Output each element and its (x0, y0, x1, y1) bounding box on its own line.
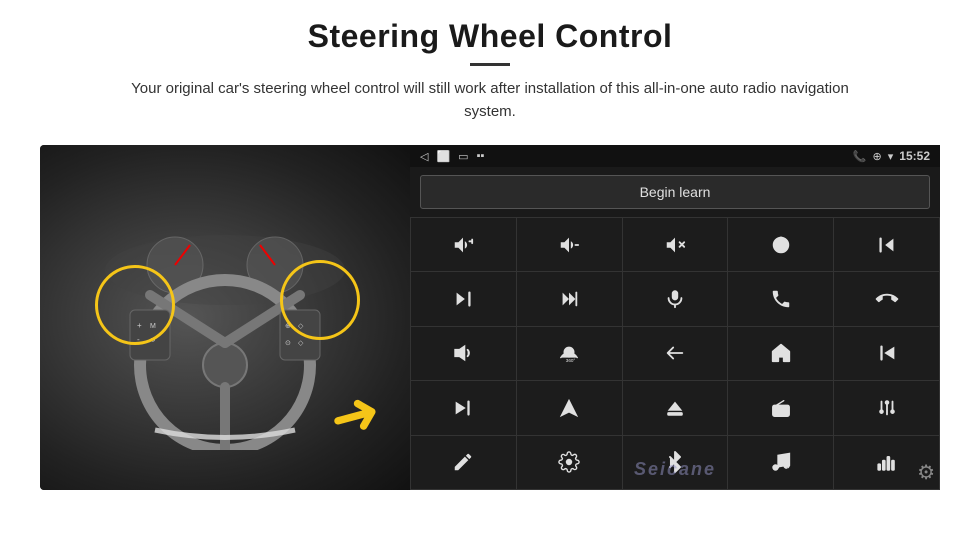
title-section: Steering Wheel Control Your original car… (110, 18, 870, 123)
gear-icon[interactable]: ⚙ (917, 460, 935, 485)
vol-up-button[interactable] (411, 218, 516, 271)
equalizer-button[interactable] (834, 381, 939, 434)
vol-mute-button[interactable] (623, 218, 728, 271)
home-nav-icon[interactable]: ⬜ (436, 150, 450, 163)
status-bar: ◁ ⬜ ▭ ▪▪ 📞 ⊕ ▾ 15:52 (410, 145, 940, 167)
phone-hangup-button[interactable] (834, 272, 939, 325)
status-right: 📞 ⊕ ▾ 15:52 (853, 149, 930, 163)
yellow-circle-left (95, 265, 175, 345)
mic-button[interactable] (623, 272, 728, 325)
prev-track-button[interactable] (834, 218, 939, 271)
controls-grid: 360° (410, 217, 940, 490)
signal-icon: ▪▪ (477, 150, 485, 162)
360-camera-button[interactable]: 360° (517, 327, 622, 380)
eject-button[interactable] (623, 381, 728, 434)
android-panel: ◁ ⬜ ▭ ▪▪ 📞 ⊕ ▾ 15:52 Begin learn (410, 145, 940, 490)
begin-learn-row: Begin learn (410, 167, 940, 217)
ff-button[interactable] (517, 272, 622, 325)
location-status-icon: ⊕ (873, 150, 882, 163)
power-button[interactable] (728, 218, 833, 271)
svg-text:360°: 360° (566, 359, 576, 364)
yellow-circle-right (280, 260, 360, 340)
phone-status-icon: 📞 (853, 150, 867, 163)
music-button[interactable]: ♪ (728, 436, 833, 489)
bluetooth-button[interactable] (623, 436, 728, 489)
android-panel-wrapper: ◁ ⬜ ▭ ▪▪ 📞 ⊕ ▾ 15:52 Begin learn (410, 145, 940, 490)
svg-text:♪: ♪ (785, 467, 788, 473)
page-container: Steering Wheel Control Your original car… (0, 0, 980, 548)
page-title: Steering Wheel Control (110, 18, 870, 55)
recents-nav-icon[interactable]: ▭ (458, 150, 468, 163)
vol-down-button[interactable] (517, 218, 622, 271)
home-button[interactable] (728, 327, 833, 380)
content-row: + - M ↺ ⊕ ◇ ⊙ ◇ ➜ (40, 145, 940, 490)
back-button[interactable] (623, 327, 728, 380)
car-image-section: + - M ↺ ⊕ ◇ ⊙ ◇ ➜ (40, 145, 410, 490)
begin-learn-button[interactable]: Begin learn (420, 175, 930, 209)
time-display: 15:52 (899, 149, 930, 163)
horn-button[interactable] (411, 327, 516, 380)
pen-button[interactable] (411, 436, 516, 489)
svg-text:◇: ◇ (298, 340, 304, 347)
next-track-button[interactable] (411, 272, 516, 325)
back-nav-icon[interactable]: ◁ (420, 150, 428, 163)
navigation-button[interactable] (517, 381, 622, 434)
subtitle: Your original car's steering wheel contr… (110, 78, 870, 123)
status-left: ◁ ⬜ ▭ ▪▪ (420, 150, 484, 163)
phone-answer-button[interactable] (728, 272, 833, 325)
radio-button[interactable] (728, 381, 833, 434)
skip-next-button[interactable] (411, 381, 516, 434)
svg-text:⊙: ⊙ (285, 340, 291, 347)
settings-button[interactable] (517, 436, 622, 489)
wifi-status-icon: ▾ (888, 150, 894, 163)
steering-wheel-bg: + - M ↺ ⊕ ◇ ⊙ ◇ ➜ (40, 145, 410, 490)
skip-prev-button[interactable] (834, 327, 939, 380)
title-divider (470, 63, 510, 66)
